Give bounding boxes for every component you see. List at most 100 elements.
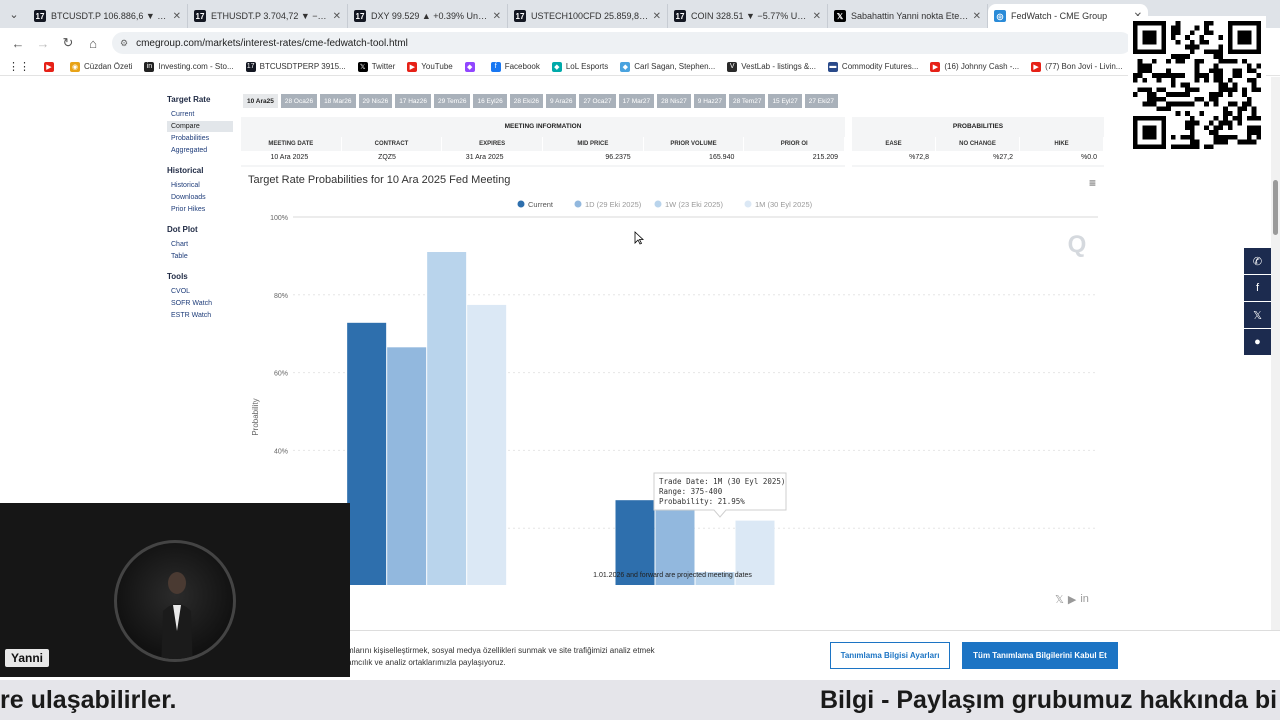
bookmark-item[interactable]: ▶ YouTube <box>407 61 453 72</box>
meeting-date-tab[interactable]: 27 Oca27 <box>579 94 616 108</box>
browser-tab[interactable]: 𝕏 Sabahattin Yanni nokta Etehe (@ ✕ <box>828 4 988 28</box>
youtube-icon[interactable]: ▶ <box>1068 593 1076 606</box>
bookmarks-bar: ⋮⋮ ▶ ◉ Cüzdan Özeti in Investing.com - Sto..… <box>0 58 1280 76</box>
reload-icon[interactable]: ↻ <box>56 31 80 55</box>
qr-module <box>1218 73 1224 78</box>
legend-item[interactable]: 1M (30 Eyl 2025) <box>744 200 813 209</box>
bookmark-item[interactable]: 𝕏 Twitter <box>357 61 395 72</box>
site-info-icon[interactable]: ⚙ <box>120 38 128 49</box>
cookie-text-line1: mlarını kişiselleştirmek, sosyal medya ö… <box>347 646 655 655</box>
browser-tab[interactable]: 17 DXY 99.529 ▲ +0.39% Unname ✕ <box>348 4 508 28</box>
bookmark-item[interactable]: ◉ Cüzdan Özeti <box>70 61 132 72</box>
nav-item-prior-hikes[interactable]: Prior Hikes <box>167 204 237 215</box>
whatsapp-icon[interactable]: ✆ <box>1244 248 1271 274</box>
bookmark-item[interactable]: ◆ Carl Sagan, Stephen... <box>620 61 715 72</box>
browser-tab[interactable]: 17 ETHUSDT.P 3.704,72 ▼ −5.02% ✕ <box>188 4 348 28</box>
close-tab-icon[interactable]: ✕ <box>173 11 181 22</box>
qr-module <box>1218 120 1224 126</box>
x-icon[interactable]: 𝕏 <box>1244 302 1271 328</box>
qr-module <box>1232 82 1238 88</box>
qr-module <box>1185 92 1190 97</box>
nav-item-estr-watch[interactable]: ESTR Watch <box>167 310 237 321</box>
cookie-settings-button[interactable]: Tanımlama Bilgisi Ayarları <box>830 642 950 669</box>
meeting-date-tab[interactable]: 28 Tem27 <box>729 94 766 108</box>
mouse-cursor-icon <box>634 231 644 245</box>
nav-item-chart[interactable]: Chart <box>167 239 237 250</box>
meeting-date-tab[interactable]: 27 Eki27 <box>804 94 839 108</box>
bookmark-item[interactable]: ▶ (77) Bon Jovi - Livin... <box>1031 61 1122 72</box>
tooltip-line3: Probability: 21.95% <box>659 497 745 506</box>
meeting-date-tab[interactable]: 29 Nis26 <box>358 94 393 108</box>
reddit-icon[interactable]: ● <box>1244 329 1271 355</box>
home-icon[interactable]: ⌂ <box>81 31 105 55</box>
close-tab-icon[interactable]: ✕ <box>813 11 821 22</box>
bookmark-item[interactable]: ▶ (16) Johnny Cash -... <box>930 61 1019 72</box>
bookmark-item[interactable]: ▶ <box>44 61 58 72</box>
legend-item[interactable]: 1D (29 Eki 2025) <box>574 200 642 209</box>
qr-module <box>1246 115 1252 121</box>
qr-module <box>1166 92 1171 97</box>
tradingview-icon: 17 <box>34 10 46 22</box>
nav-item-table[interactable]: Table <box>167 251 237 262</box>
nav-item-cvol[interactable]: CVOL <box>167 286 237 297</box>
qr-module <box>1227 58 1233 64</box>
bar-350-375-s1[interactable] <box>387 347 427 585</box>
url-bar[interactable]: ⚙ cmegroup.com/markets/interest-rates/cm… <box>112 32 1132 54</box>
browser-tab[interactable]: 17 BTCUSDT.P 106.886,6 ▼ −2.82% ✕ <box>28 4 188 28</box>
meeting-date-tab[interactable]: 29 Tem26 <box>434 94 471 108</box>
nav-item-historical[interactable]: Historical <box>167 180 237 191</box>
legend-item[interactable]: Current <box>517 200 554 209</box>
table-cell: %0.0 <box>1020 151 1104 165</box>
x-icon[interactable]: 𝕏 <box>1055 593 1064 606</box>
meeting-date-tab[interactable]: 9 Ara26 <box>546 94 577 108</box>
bookmark-item[interactable]: f Facebook <box>490 61 540 72</box>
bar-350-375-s0[interactable] <box>347 322 387 585</box>
meeting-date-tab[interactable]: 28 Nis27 <box>657 94 691 108</box>
nav-item-sofr-watch[interactable]: SOFR Watch <box>167 298 237 309</box>
bookmark-item[interactable]: in Investing.com - Sto... <box>144 61 234 72</box>
browser-tab[interactable]: ◎FedWatch - CME Group✕ <box>988 4 1148 28</box>
legend-item[interactable]: 1W (23 Eki 2025) <box>654 200 724 209</box>
linkedin-icon[interactable]: in <box>1080 593 1089 606</box>
close-tab-icon[interactable]: ✕ <box>493 11 501 22</box>
bar-350-375-s3[interactable] <box>467 304 507 585</box>
qr-module <box>1175 20 1181 26</box>
meeting-date-tab[interactable]: 17 Mar27 <box>618 94 655 108</box>
qr-module <box>1185 111 1190 116</box>
meeting-date-tab[interactable]: 10 Ara25 <box>243 94 278 108</box>
meeting-date-tab[interactable]: 18 Mar26 <box>320 94 356 108</box>
bookmark-item[interactable]: ◆ LoL Esports <box>551 61 608 72</box>
bookmark-item[interactable]: ◆ <box>464 61 479 72</box>
close-tab-icon[interactable]: ✕ <box>333 11 341 22</box>
meeting-date-tab[interactable]: 28 Oca26 <box>280 94 318 108</box>
bookmark-favicon-icon: ▶ <box>1031 61 1042 72</box>
nav-item-compare[interactable]: Compare <box>167 121 233 132</box>
meeting-date-tab[interactable]: 16 Eyl26 <box>473 94 507 108</box>
apps-icon[interactable]: ⋮⋮ <box>8 60 30 73</box>
bar-350-375-s2[interactable] <box>427 252 467 585</box>
qr-module <box>1223 111 1228 116</box>
forward-icon[interactable]: → <box>31 31 55 55</box>
accept-all-cookies-button[interactable]: Tüm Tanımlama Bilgilerini Kabul Et <box>962 642 1118 669</box>
page-scrollbar[interactable] <box>1271 77 1280 680</box>
chart-menu-icon[interactable]: ≡ <box>1089 176 1096 190</box>
facebook-icon[interactable]: f <box>1244 275 1271 301</box>
close-tab-icon[interactable]: ✕ <box>973 11 981 22</box>
bookmark-item[interactable]: 17 BTCUSDTPERP 3915... <box>245 61 346 72</box>
meeting-date-tab[interactable]: 17 Haz26 <box>395 94 432 108</box>
meeting-date-tab[interactable]: 9 Haz27 <box>693 94 726 108</box>
close-tab-icon[interactable]: ✕ <box>653 11 661 22</box>
page-scrollbar-thumb[interactable] <box>1273 180 1278 235</box>
tab-search-icon[interactable]: ⌄ <box>0 0 28 28</box>
meeting-date-tab[interactable]: 28 Eki26 <box>509 94 544 108</box>
bookmark-item[interactable]: ▬ Commodity Futures... <box>827 61 918 72</box>
browser-tab[interactable]: 17 COIN 328.51 ▼ −5.77% Unnam ✕ <box>668 4 828 28</box>
bookmark-item[interactable]: V VestLab - listings &... <box>727 61 816 72</box>
browser-tab[interactable]: 17 USTECH100CFD 25.859,8 ▼ −0. ✕ <box>508 4 668 28</box>
nav-item-current[interactable]: Current <box>167 109 237 120</box>
nav-item-probabilities[interactable]: Probabilities <box>167 133 237 144</box>
back-icon[interactable]: ← <box>6 31 30 55</box>
nav-item-aggregated[interactable]: Aggregated <box>167 145 237 156</box>
meeting-date-tab[interactable]: 15 Eyl27 <box>768 94 802 108</box>
nav-item-downloads[interactable]: Downloads <box>167 192 237 203</box>
